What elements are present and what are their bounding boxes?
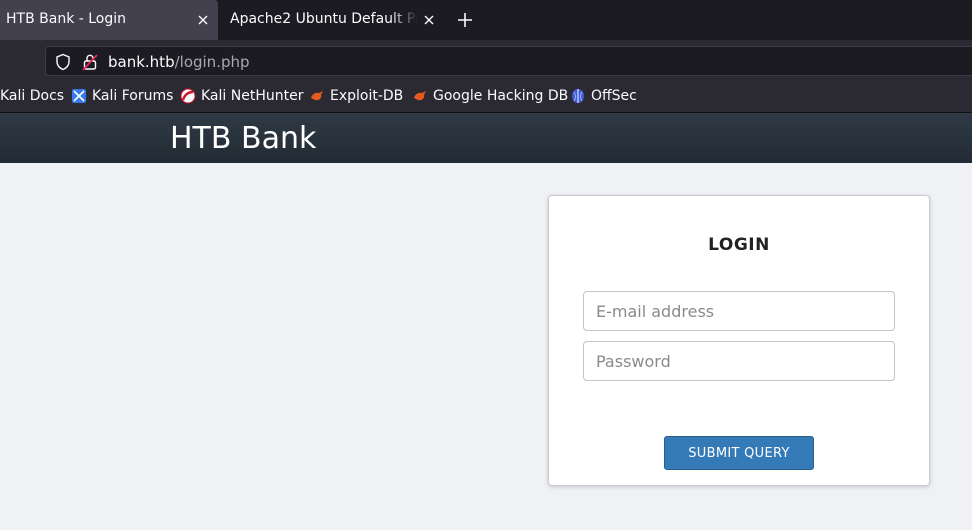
site-header: HTB Bank [0, 112, 972, 163]
shield-icon[interactable] [55, 53, 71, 71]
url-bar[interactable]: bank.htb/login.php [45, 46, 972, 76]
exploit-db-icon [311, 91, 323, 101]
login-panel: LOGIN SUBMIT QUERY [548, 195, 930, 486]
page-viewport: HTB Bank LOGIN SUBMIT QUERY [0, 112, 972, 530]
bookmark-label: Kali Forums [92, 88, 174, 104]
bookmarks-toolbar: Kali Docs Kali Forums Kali NetHunter Exp… [0, 82, 972, 112]
bookmark-exploit-db[interactable]: Exploit-DB [309, 88, 403, 104]
email-field[interactable] [583, 291, 895, 331]
bookmark-offsec[interactable]: OffSec [570, 88, 637, 104]
tab-apache2-default[interactable]: Apache2 Ubuntu Default Page: It works [220, 0, 440, 40]
new-tab-plus-icon[interactable] [455, 10, 475, 30]
close-tab-icon[interactable] [195, 12, 211, 28]
tab-strip: HTB Bank - Login Apache2 Ubuntu Default … [0, 0, 972, 40]
kali-forums-icon [72, 89, 86, 103]
tab-htb-bank-login[interactable]: HTB Bank - Login [0, 0, 218, 40]
bookmark-label: Kali NetHunter [201, 88, 304, 104]
bookmark-google-hacking-db[interactable]: Google Hacking DB [412, 88, 568, 104]
bookmark-label: OffSec [591, 88, 637, 104]
url-path: /login.php [174, 53, 250, 71]
password-field[interactable] [583, 341, 895, 381]
login-title: LOGIN [708, 235, 770, 255]
bookmark-label: Kali Docs [0, 88, 65, 104]
bookmark-label: Exploit-DB [330, 88, 404, 104]
bookmark-kali-nethunter[interactable]: Kali NetHunter [180, 88, 303, 104]
bookmark-kali-docs[interactable]: Kali Docs [0, 88, 64, 104]
bookmark-kali-forums[interactable]: Kali Forums [71, 88, 173, 104]
site-brand[interactable]: HTB Bank [170, 121, 316, 156]
lock-insecure-icon[interactable] [82, 53, 98, 71]
tab-title: Apache2 Ubuntu Default Page: It works [230, 11, 418, 27]
url-host: bank.htb [108, 53, 175, 71]
navigation-bar: bank.htb/login.php [0, 40, 972, 82]
offsec-icon [572, 89, 584, 103]
bookmark-label: Google Hacking DB [433, 88, 569, 104]
submit-query-button[interactable]: SUBMIT QUERY [664, 436, 814, 470]
close-tab-icon[interactable] [421, 12, 437, 28]
kali-nethunter-icon [180, 88, 196, 104]
google-hacking-db-icon [414, 91, 426, 101]
url-text: bank.htb/login.php [108, 53, 250, 71]
tab-title: HTB Bank - Login [6, 11, 127, 27]
